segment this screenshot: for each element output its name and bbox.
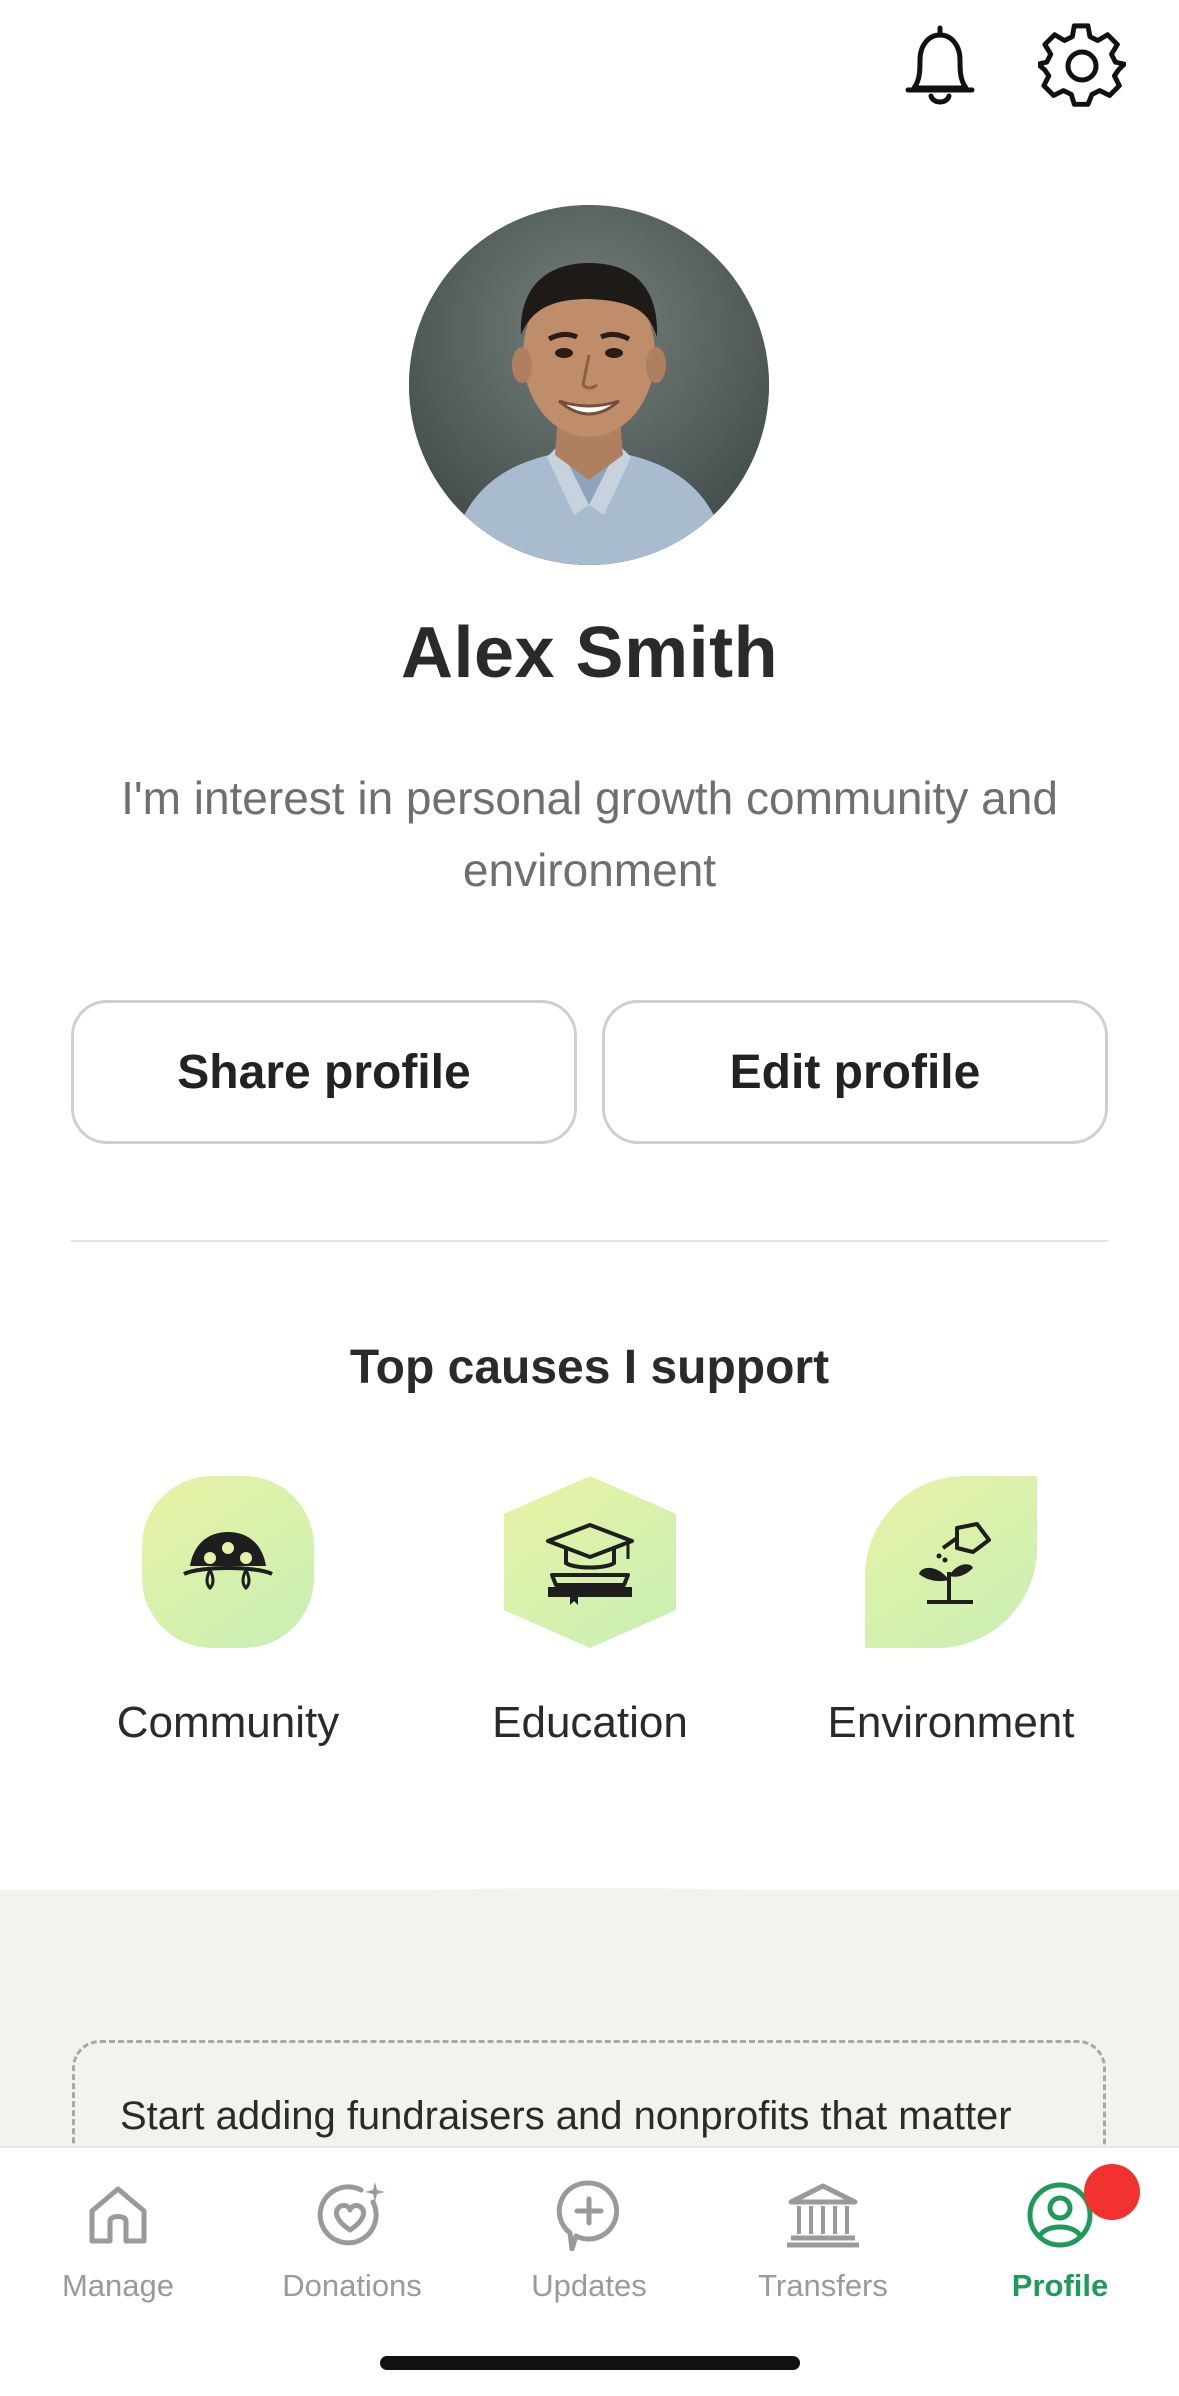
profile-screen: Alex Smith I'm interest in personal grow… [0,0,1179,2396]
causes-title: Top causes I support [349,1341,830,1394]
heart-sparkle-icon [252,2176,452,2254]
tab-label: Donations [282,2268,422,2303]
chat-plus-icon [489,2176,689,2254]
user-circle-icon [960,2164,1160,2254]
cause-label: Community [116,1698,340,1747]
home-icon [18,2176,218,2254]
community-icon [142,1476,314,1648]
bank-icon [723,2176,923,2254]
tab-donations[interactable]: Donations [252,2176,452,2304]
tab-label: Manage [61,2268,175,2303]
share-profile-button[interactable]: Share profile [71,1000,577,1144]
tab-transfers[interactable]: Transfers [723,2176,923,2304]
cause-label: Environment [827,1698,1075,1747]
divider [71,1240,1108,1242]
profile-name: Alex Smith [400,613,779,693]
notification-badge [1084,2164,1140,2220]
settings-gear-icon[interactable] [1038,22,1126,110]
tab-label: Transfers [758,2268,888,2303]
home-indicator[interactable] [380,2356,800,2370]
tab-label: Updates [531,2268,647,2303]
tab-manage[interactable]: Manage [18,2176,218,2304]
tab-profile[interactable]: Profile [960,2164,1160,2304]
avatar [409,205,769,565]
graduation-cap-icon [504,1476,676,1648]
notifications-bell-icon[interactable] [896,22,984,110]
empty-state-text: Start adding fundraisers and nonprofits … [120,2094,1012,2138]
profile-bio: I'm interest in personal growth communit… [121,772,1058,896]
tab-label: Profile [1011,2268,1109,2303]
cause-environment[interactable]: Environment [801,1476,1101,1748]
edit-profile-button[interactable]: Edit profile [602,1000,1108,1144]
watering-can-plant-icon [865,1476,1037,1648]
tab-updates[interactable]: Updates [489,2176,689,2304]
cause-community[interactable]: Community [78,1476,378,1748]
cause-label: Education [492,1698,688,1747]
cause-education[interactable]: Education [440,1476,740,1748]
